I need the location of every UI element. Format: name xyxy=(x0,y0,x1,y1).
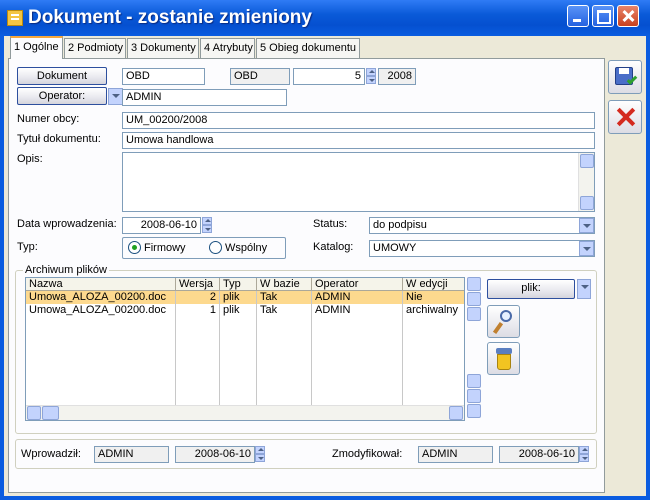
col-operator[interactable]: Operator xyxy=(312,278,403,291)
typ-label: Typ: xyxy=(17,241,38,253)
wprowadzil-date-spinner xyxy=(255,446,265,463)
zmodyfikowal-user-field: ADMIN xyxy=(418,446,493,463)
cell-operator: ADMIN xyxy=(312,291,403,304)
dokument-button[interactable]: Dokument xyxy=(17,67,107,85)
katalog-combo[interactable]: UMOWY xyxy=(369,240,595,257)
col-nazwa[interactable]: Nazwa xyxy=(26,278,176,291)
operator-field[interactable]: ADMIN xyxy=(122,89,287,106)
document-year-field: 2008 xyxy=(378,68,416,85)
date-spinner[interactable] xyxy=(202,217,212,234)
tab-podmioty[interactable]: 2 Podmioty xyxy=(64,38,126,58)
status-combo[interactable]: do podpisu xyxy=(369,217,595,234)
katalog-label: Katalog: xyxy=(313,241,354,253)
tab-dokumenty[interactable]: 3 Dokumenty xyxy=(127,38,199,58)
tab-page-ogolne: Dokument OBD OBD 5 2008 Operator: ADMIN … xyxy=(8,58,605,493)
cell-wersja: 2 xyxy=(176,291,220,304)
zmodyfikowal-date-field: 2008-06-10 xyxy=(499,446,579,463)
tytul-field[interactable]: Umowa handlowa xyxy=(122,132,595,149)
opis-textarea[interactable] xyxy=(122,152,595,212)
scroll-up-icon[interactable] xyxy=(580,154,594,168)
dialog-window: Dokument - zostanie zmieniony 1 Ogólne 2… xyxy=(0,0,650,500)
cell-w-bazie: Tak xyxy=(257,304,312,317)
col-divider xyxy=(219,317,220,405)
radio-wspolny[interactable] xyxy=(209,241,222,254)
table-row[interactable]: Umowa_ALOZA_00200.doc 2 plik Tak ADMIN N… xyxy=(26,291,464,304)
tab-ogolne[interactable]: 1 Ogólne xyxy=(10,36,63,59)
col-divider xyxy=(175,317,176,405)
scroll-right-icon[interactable] xyxy=(449,406,463,420)
nav-last-icon[interactable] xyxy=(467,404,481,418)
data-wprowadzenia-field[interactable]: 2008-06-10 xyxy=(122,217,201,234)
status-dropdown-icon[interactable] xyxy=(579,218,594,233)
magnifier-icon[interactable] xyxy=(487,305,520,338)
operator-button[interactable]: Operator: xyxy=(17,87,107,105)
data-wprowadzenia-label: Data wprowadzenia: xyxy=(17,218,117,230)
cell-w-bazie: Tak xyxy=(257,291,312,304)
katalog-dropdown-icon[interactable] xyxy=(579,241,594,256)
cell-operator: ADMIN xyxy=(312,304,403,317)
window-title: Dokument - zostanie zmieniony xyxy=(28,7,312,28)
save-button[interactable] xyxy=(608,60,642,94)
tytul-label: Tytuł dokumentu: xyxy=(17,133,101,145)
nav-prev-icon[interactable] xyxy=(467,292,481,306)
wprowadzil-label: Wprowadził: xyxy=(21,448,81,460)
cell-wersja: 1 xyxy=(176,304,220,317)
opis-scrollbar[interactable] xyxy=(578,153,594,211)
col-divider xyxy=(256,317,257,405)
minimize-button[interactable] xyxy=(567,5,589,27)
document-type-field: OBD xyxy=(230,68,290,85)
col-wersja[interactable]: Wersja xyxy=(176,278,220,291)
nav-first-icon[interactable] xyxy=(467,277,481,291)
cell-w-edycji: Nie xyxy=(403,291,464,304)
hscroll-thumb[interactable] xyxy=(42,406,59,420)
zmodyfikowal-label: Zmodyfikował: xyxy=(332,448,403,460)
cell-w-edycji: archiwalny xyxy=(403,304,464,317)
maximize-button[interactable] xyxy=(592,5,614,27)
cancel-button[interactable] xyxy=(608,100,642,134)
nav-down-icon[interactable] xyxy=(467,374,481,388)
nav-next-icon[interactable] xyxy=(467,389,481,403)
col-divider xyxy=(311,317,312,405)
status-label: Status: xyxy=(313,218,348,230)
zmodyfikowal-date-spinner xyxy=(579,446,589,463)
radio-firmowy-label[interactable]: Firmowy xyxy=(144,242,186,254)
cell-nazwa: Umowa_ALOZA_00200.doc xyxy=(26,291,176,304)
opis-label: Opis: xyxy=(17,153,43,165)
typ-radio-group: Firmowy Wspólny xyxy=(122,237,286,259)
archiwum-group-label: Archiwum plików xyxy=(23,264,109,276)
col-w-edycji[interactable]: W edycji xyxy=(403,278,464,291)
cell-typ: plik xyxy=(220,291,257,304)
files-table[interactable]: Nazwa Wersja Typ W bazie Operator W edyc… xyxy=(25,277,465,421)
nav-up-icon[interactable] xyxy=(467,307,481,321)
trash-bin-icon[interactable] xyxy=(487,342,520,375)
document-symbol-field[interactable]: OBD xyxy=(122,68,205,85)
numer-obcy-field[interactable]: UM_00200/2008 xyxy=(122,112,595,129)
cell-typ: plik xyxy=(220,304,257,317)
tab-atrybuty[interactable]: 4 Atrybuty xyxy=(200,38,255,58)
dialog-client-area: 1 Ogólne 2 Podmioty 3 Dokumenty 4 Atrybu… xyxy=(4,36,646,496)
numer-obcy-label: Numer obcy: xyxy=(17,113,80,125)
plik-button[interactable]: plik: xyxy=(487,279,575,299)
document-app-icon xyxy=(7,10,23,26)
table-hscrollbar[interactable] xyxy=(26,405,464,420)
col-typ[interactable]: Typ xyxy=(220,278,257,291)
document-number-field[interactable]: 5 xyxy=(293,68,365,85)
col-w-bazie[interactable]: W bazie xyxy=(257,278,312,291)
tab-obieg-dokumentu[interactable]: 5 Obieg dokumentu xyxy=(256,38,360,58)
close-window-button[interactable] xyxy=(617,5,639,27)
operator-dropdown-icon[interactable] xyxy=(108,88,123,105)
scroll-down-icon[interactable] xyxy=(580,196,594,210)
radio-wspolny-label[interactable]: Wspólny xyxy=(225,242,267,254)
radio-firmowy[interactable] xyxy=(128,241,141,254)
scroll-left-icon[interactable] xyxy=(27,406,41,420)
cell-nazwa: Umowa_ALOZA_00200.doc xyxy=(26,304,176,317)
wprowadzil-user-field: ADMIN xyxy=(94,446,169,463)
title-bar[interactable]: Dokument - zostanie zmieniony xyxy=(0,0,650,36)
table-row[interactable]: Umowa_ALOZA_00200.doc 1 plik Tak ADMIN a… xyxy=(26,304,464,317)
col-divider xyxy=(402,317,403,405)
plik-dropdown-icon[interactable] xyxy=(577,279,591,299)
wprowadzil-date-field: 2008-06-10 xyxy=(175,446,255,463)
number-spinner[interactable] xyxy=(366,68,376,85)
